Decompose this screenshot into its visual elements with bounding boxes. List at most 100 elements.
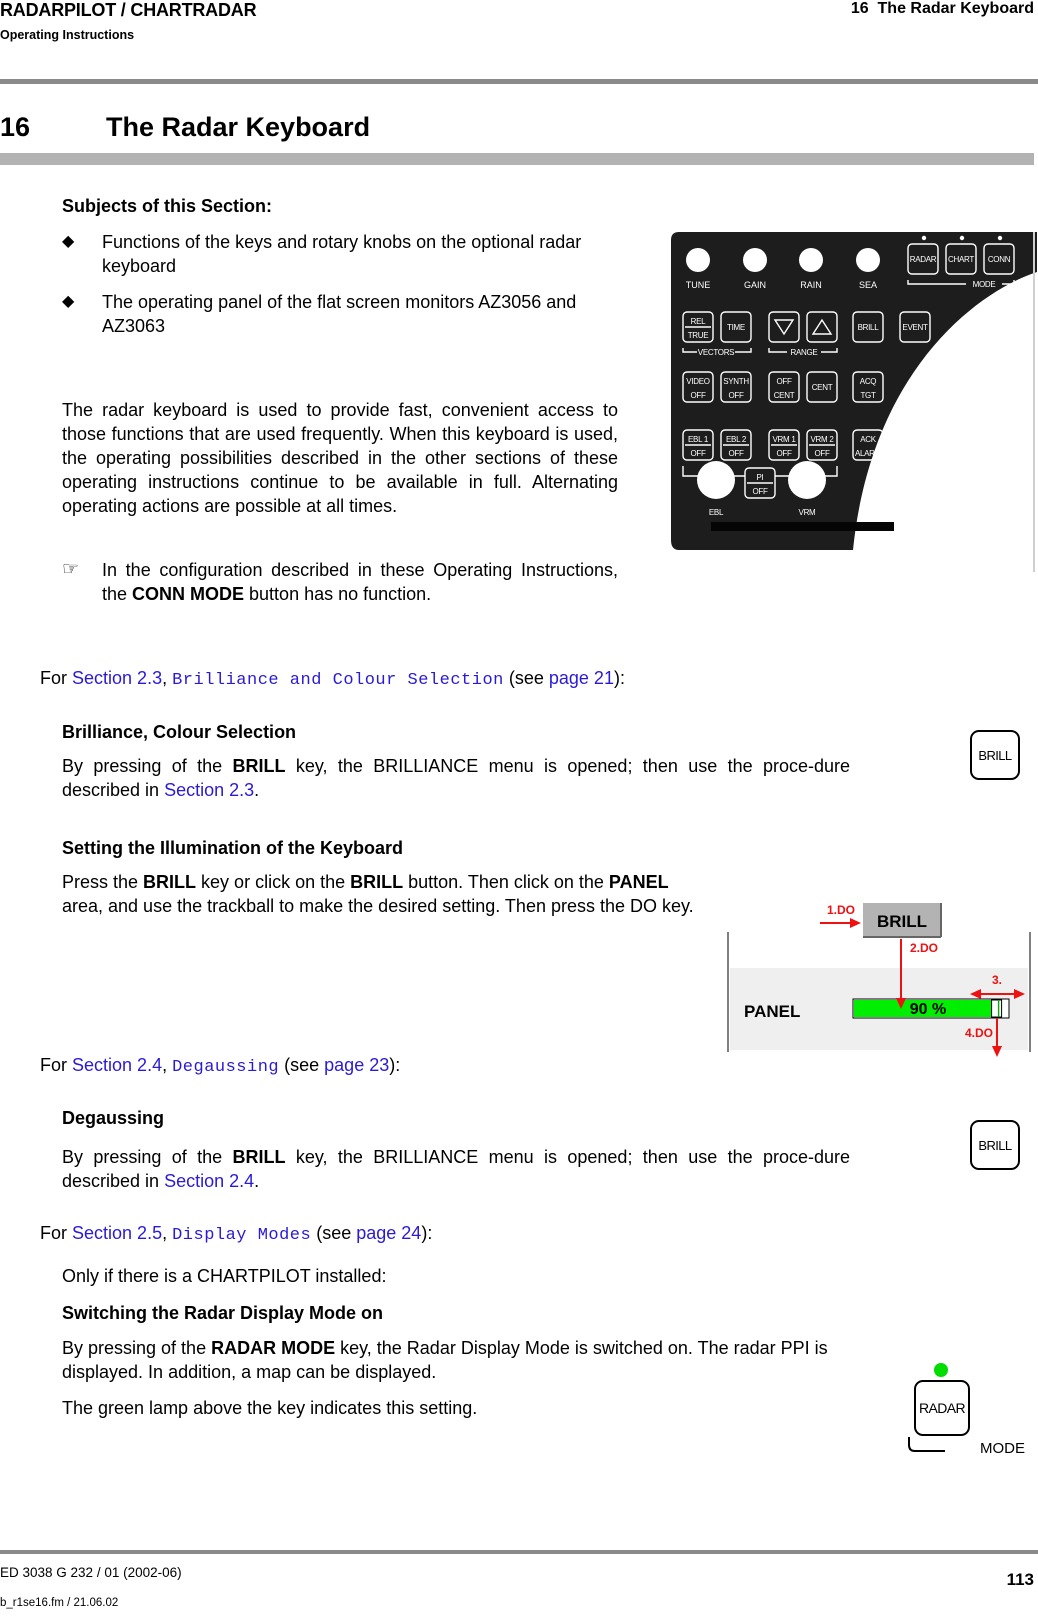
label-vrm2: VRM 2 [811,435,835,444]
image-edge [1033,232,1035,572]
header-subtitle: Operating Instructions [0,28,135,42]
brilliance-text: By pressing of the BRILL key, the BRILLI… [62,756,850,800]
label-alarm: ALARM [855,449,882,458]
label-ebl: EBL [709,508,724,517]
pointing-hand-icon: ☞ [62,559,80,580]
diamond-bullet-icon: ◆ [62,293,75,310]
section-2-4-inline-link[interactable]: Section 2.4 [164,1171,254,1191]
label-pi-off: OFF [752,487,768,496]
label-ack: ACK [860,435,877,444]
subjects-item: ◆ The operating panel of the flat screen… [62,292,577,336]
label-radar: RADAR [910,255,937,264]
label-true: TRUE [688,331,709,340]
label-acq: ACQ [860,377,877,386]
label-mode: MODE [973,280,996,289]
label-vrm2-off: OFF [814,449,830,458]
footer-rule [0,1550,1038,1554]
page-23-link[interactable]: page 23 [324,1055,389,1075]
footer-file: b_r1se16.fm / 21.06.02 [0,1597,119,1609]
conn-mode-term: CONN MODE [132,584,245,604]
label-vrm1-off: OFF [776,449,792,458]
radar-keyboard-image: TUNE GAIN RAIN SEA RADAR CHART CONN MODE… [671,232,1037,550]
brill-key-icon: BRILL [970,730,1020,780]
label-ebl2: EBL 2 [726,435,747,444]
label-video: VIDEO [686,377,709,386]
label-ebl1-off: OFF [690,449,706,458]
page-21-link[interactable]: page 21 [549,668,614,688]
intro-note: ☞ In the configuration described in thes… [62,559,618,604]
panel-value-text: 90 % [910,1001,946,1018]
chapter-bar [0,153,1034,165]
label-vrm: VRM [799,508,817,517]
section-2-3-link[interactable]: Section 2.3 [72,668,162,688]
label-rain: RAIN [800,280,822,290]
label-sea: SEA [859,280,877,290]
label-vrm1: VRM 1 [773,435,797,444]
illumination-heading: Setting the Illumination of the Keyboard [62,838,404,858]
label-vectors: VECTORS [698,348,734,357]
subjects-item: ◆ Functions of the keys and rotary knobs… [62,232,582,276]
label-ebl2-off: OFF [728,449,744,458]
degaussing-text: By pressing of the BRILL key, the BRILLI… [62,1147,850,1191]
section-2-3-inline-link[interactable]: Section 2.3 [164,780,254,800]
label-brill: BRILL [858,323,880,332]
label-video-off: OFF [690,391,706,400]
label-pi: PI [757,473,764,482]
label-synth: SYNTH [723,377,749,386]
label-synth-off: OFF [728,391,744,400]
label-ebl1: EBL 1 [688,435,709,444]
header-rule [0,79,1038,84]
brilliance-colour-link[interactable]: Brilliance and Colour Selection [172,671,504,690]
page-number: 113 [1006,1570,1034,1589]
degaussing-heading: Degaussing [62,1108,165,1128]
chartpilot-note: Only if there is a CHARTPILOT installed: [62,1266,387,1286]
lamp-chart [959,235,965,241]
section-2-5-link[interactable]: Section 2.5 [72,1223,162,1243]
subjects-list: ◆ Functions of the keys and rotary knobs… [62,230,618,338]
knob-ebl [697,461,735,499]
step-4-label: 4.DO [965,1026,993,1040]
degaussing-link[interactable]: Degaussing [172,1058,279,1077]
label-cent: CENT [812,383,833,392]
diamond-bullet-icon: ◆ [62,233,75,250]
header-product: RADARPILOT / CHARTRADAR [0,0,257,20]
knob-gain [743,248,767,272]
footer-doc-id: ED 3038 G 232 / 01 (2002-06) [0,1565,182,1580]
brill-key-icon: BRILL [970,1120,1020,1170]
section-ref-2-5: For Section 2.5, Display Modes (see page… [40,1223,433,1245]
chapter-number: 16 [0,112,31,142]
label-gain: GAIN [744,280,766,290]
brill-panel-diagram: BRILL PANEL 90 % 1.DO 2.DO 3. 4.DO [727,903,1031,1057]
step-2-label: 2.DO [910,941,938,955]
panel-slider-handle [991,999,1003,1018]
knob-rain [799,248,823,272]
mode-bracket-icon [908,1437,945,1452]
green-lamp-text: The green lamp above the key indicates t… [62,1398,478,1418]
panel-slot [711,522,894,531]
label-off: OFF [776,377,792,386]
label-rel: REL [691,317,707,326]
step-1-label: 1.DO [827,903,855,917]
display-modes-link[interactable]: Display Modes [172,1226,311,1245]
radar-mode-key-icon: RADAR [914,1380,970,1436]
subjects-heading: Subjects of this Section: [62,196,273,216]
intro-paragraph: The radar keyboard is used to provide fa… [62,400,618,516]
label-chart: CHART [948,255,974,264]
knob-tune [686,248,710,272]
lamp-radar [921,235,927,241]
section-ref-2-4: For Section 2.4, Degaussing (see page 23… [40,1055,401,1077]
label-time: TIME [727,323,745,332]
radar-mode-text: By pressing of the RADAR MODE key, the R… [62,1338,828,1382]
label-event: EVENT [902,323,928,332]
illumination-text: Press the BRILL key or click on the BRIL… [62,872,694,916]
label-conn: CONN [988,255,1011,264]
page-24-link[interactable]: page 24 [356,1223,421,1243]
brilliance-heading: Brilliance, Colour Selection [62,722,297,742]
section-2-4-link[interactable]: Section 2.4 [72,1055,162,1075]
step-3-label: 3. [992,973,1002,987]
radar-mode-heading: Switching the Radar Display Mode on [62,1303,384,1323]
header-chapter-ref: 16 The Radar Keyboard [850,0,1034,17]
green-lamp-icon [934,1363,948,1377]
section-ref-2-3: For Section 2.3, Brilliance and Colour S… [40,668,625,690]
panel-label: PANEL [744,1002,800,1021]
